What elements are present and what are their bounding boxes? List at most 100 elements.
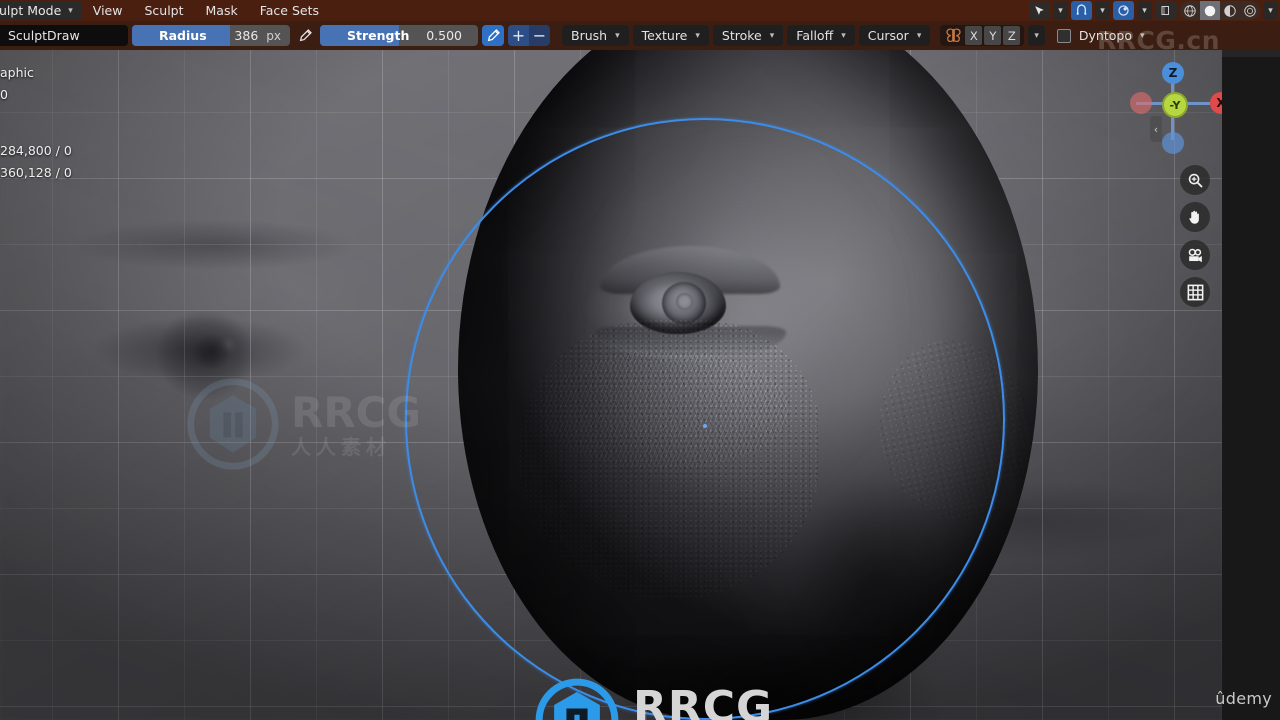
stat-line-3: 360,128 / 0 bbox=[0, 165, 72, 180]
view-navigation-gizmo[interactable]: Z X -Y bbox=[1122, 56, 1232, 156]
transform-orientation-dropdown[interactable]: ▾ bbox=[1053, 1, 1068, 20]
symmetry-dropdown[interactable]: ▾ bbox=[1028, 25, 1045, 46]
solid-shading-icon bbox=[1204, 5, 1216, 16]
gizmo-axis-z[interactable]: Z bbox=[1162, 62, 1184, 84]
shading-material-preview[interactable] bbox=[1220, 1, 1240, 20]
sidebar-collapse-arrow[interactable]: ‹ bbox=[1150, 116, 1162, 142]
rendered-shading-icon bbox=[1244, 4, 1256, 17]
snap-toggle-button[interactable] bbox=[1071, 1, 1092, 20]
pan-view-hand-icon bbox=[1189, 210, 1199, 224]
chevron-down-icon: ▾ bbox=[695, 30, 700, 41]
stylus-pressure-icon bbox=[299, 29, 312, 42]
material-preview-icon bbox=[1224, 4, 1236, 17]
watermark-logo: RRCG 人人素材 bbox=[533, 676, 773, 720]
toggle-orthographic-button[interactable] bbox=[1180, 277, 1210, 307]
gizmo-axis-neg-z[interactable] bbox=[1162, 132, 1184, 154]
brush-menu-label: Brush bbox=[571, 28, 608, 43]
show-gizmo-button[interactable] bbox=[1155, 1, 1177, 20]
menu-face-sets[interactable]: Face Sets bbox=[249, 0, 330, 21]
radius-pressure-toggle[interactable] bbox=[294, 25, 316, 46]
viewport-header-menubar: ulpt Mode ▾ View Sculpt Mask Face Sets ▾… bbox=[0, 0, 1280, 21]
camera-view-icon bbox=[1188, 248, 1202, 262]
show-gizmo-icon bbox=[1161, 5, 1169, 15]
watermark-text: RRCG bbox=[633, 682, 774, 720]
wireframe-icon bbox=[1184, 4, 1196, 17]
strength-pressure-toggle[interactable] bbox=[482, 25, 504, 46]
active-brush-name[interactable]: SculptDraw bbox=[0, 25, 128, 46]
brush-direction-toggle[interactable]: + − bbox=[508, 25, 550, 46]
dyntopo-checkbox[interactable] bbox=[1056, 28, 1071, 43]
menu-mask[interactable]: Mask bbox=[195, 0, 249, 21]
symmetry-group: X Y Z bbox=[940, 25, 1025, 46]
snap-magnet-icon bbox=[1076, 4, 1087, 15]
zoom-view-button[interactable] bbox=[1180, 165, 1210, 195]
brush-center-dot bbox=[703, 424, 707, 428]
viewport-shading-group bbox=[1180, 1, 1260, 20]
chevron-down-icon: ▾ bbox=[769, 30, 775, 41]
rrcg-logo-icon-main bbox=[535, 678, 619, 720]
shading-dropdown[interactable]: ▾ bbox=[1263, 1, 1278, 20]
stat-line-1: 0 bbox=[0, 87, 8, 102]
chevron-down-icon: ▾ bbox=[68, 5, 73, 16]
chevron-down-icon: ▾ bbox=[615, 30, 620, 41]
watermark-faint: RRCG 人人素材 bbox=[185, 376, 421, 472]
stroke-menu[interactable]: Stroke ▾ bbox=[712, 25, 784, 46]
snap-dropdown[interactable]: ▾ bbox=[1095, 1, 1110, 20]
zoom-view-icon bbox=[1188, 173, 1202, 187]
gizmo-axis-neg-y[interactable]: -Y bbox=[1162, 92, 1188, 118]
platform-watermark: ûdemy bbox=[1215, 689, 1272, 708]
viewport-statistics-overlay: aphic 0 284,800 / 0 360,128 / 0 bbox=[0, 62, 72, 184]
transform-orientation-icon bbox=[1035, 6, 1044, 15]
brush-strength-value: 0.500 bbox=[426, 28, 462, 43]
falloff-menu[interactable]: Falloff ▾ bbox=[787, 25, 855, 46]
transform-orientation-button[interactable] bbox=[1029, 1, 1050, 20]
cursor-menu[interactable]: Cursor ▾ bbox=[858, 25, 931, 46]
falloff-menu-label: Falloff bbox=[796, 28, 834, 43]
pupil bbox=[676, 293, 693, 310]
texture-menu-label: Texture bbox=[641, 28, 688, 43]
menu-sculpt[interactable]: Sculpt bbox=[133, 0, 194, 21]
proportional-edit-icon bbox=[1118, 5, 1129, 16]
gizmo-axis-neg-x[interactable] bbox=[1130, 92, 1152, 114]
brush-strength-slider[interactable]: Strength 0.500 bbox=[320, 25, 478, 46]
texture-menu[interactable]: Texture ▾ bbox=[632, 25, 709, 46]
brush-subtract-button[interactable]: − bbox=[529, 25, 550, 46]
stroke-menu-label: Stroke bbox=[721, 28, 762, 43]
chevron-down-icon: ▾ bbox=[841, 30, 846, 41]
mode-selector-label: ulpt Mode bbox=[0, 3, 62, 18]
symmetry-butterfly-icon bbox=[946, 28, 961, 43]
brush-radius-unit: px bbox=[266, 28, 281, 43]
chevron-down-icon: ▾ bbox=[916, 30, 922, 41]
toggle-orthographic-grid-icon bbox=[1187, 284, 1203, 300]
brush-radius-label: Radius bbox=[159, 28, 207, 43]
header-right-controls: ▾ ▾ ▾ ▾ bbox=[1029, 1, 1280, 20]
blender-window: RRCG 人人素材 RRCG 人人素材 ‹ aphic 0 284,800 / … bbox=[0, 0, 1280, 720]
cursor-menu-label: Cursor bbox=[867, 28, 909, 43]
brush-radius-value: 386 bbox=[234, 28, 259, 43]
stat-line-0: aphic bbox=[0, 65, 34, 80]
rrcg-logo-icon bbox=[187, 378, 279, 470]
camera-view-button[interactable] bbox=[1180, 240, 1210, 270]
shading-wireframe[interactable] bbox=[1180, 1, 1200, 20]
proportional-edit-dropdown[interactable]: ▾ bbox=[1137, 1, 1152, 20]
stat-line-2: 284,800 / 0 bbox=[0, 143, 72, 158]
chevron-down-icon: ▾ bbox=[1034, 30, 1039, 41]
3d-viewport[interactable]: RRCG 人人素材 RRCG 人人素材 ‹ bbox=[0, 50, 1222, 720]
brush-radius-slider[interactable]: Radius 386 px bbox=[132, 25, 290, 46]
shading-rendered[interactable] bbox=[1240, 1, 1260, 20]
symmetry-axis-y[interactable]: Y bbox=[984, 26, 1002, 45]
symmetry-axis-x[interactable]: X bbox=[965, 26, 983, 45]
watermark-corner: RRCG.cn bbox=[1097, 26, 1220, 55]
brush-menu[interactable]: Brush ▾ bbox=[562, 25, 629, 46]
menu-view[interactable]: View bbox=[82, 0, 134, 21]
skin-pore-texture-left bbox=[520, 320, 820, 600]
pan-view-button[interactable] bbox=[1180, 202, 1210, 232]
symmetry-axis-z[interactable]: Z bbox=[1003, 26, 1021, 45]
shading-solid[interactable] bbox=[1200, 1, 1220, 20]
properties-editor-sidebar bbox=[1222, 21, 1280, 720]
sculpt-tool-header: SculptDraw Radius 386 px Strength 0.500 bbox=[0, 21, 1280, 50]
proportional-edit-button[interactable] bbox=[1113, 1, 1134, 20]
brush-add-button[interactable]: + bbox=[508, 25, 529, 46]
mode-selector[interactable]: ulpt Mode ▾ bbox=[0, 1, 82, 20]
stylus-pressure-icon-active bbox=[487, 29, 500, 42]
